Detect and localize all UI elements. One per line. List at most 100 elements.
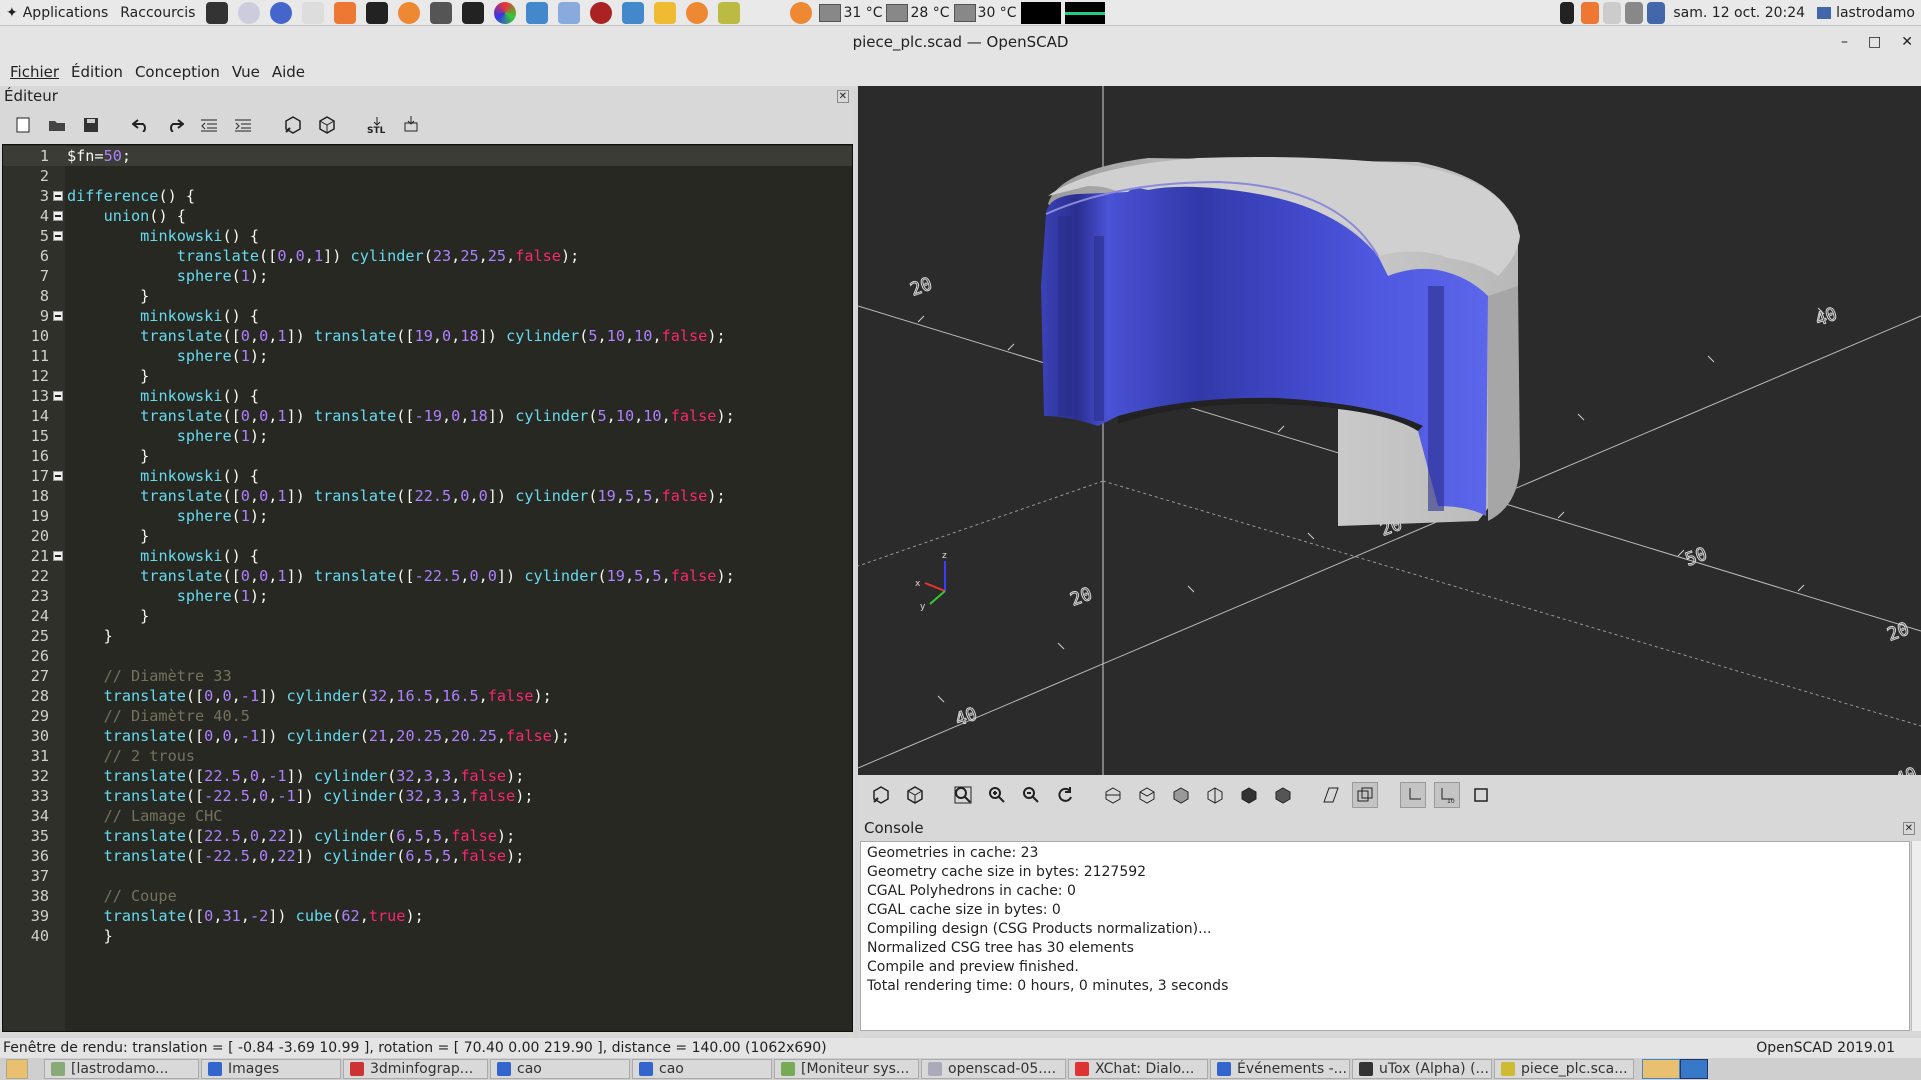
applications-menu[interactable]: ✦ Applications bbox=[0, 0, 114, 26]
code-line[interactable]: 10 translate([0,0,1]) translate([19,0,18… bbox=[3, 326, 852, 346]
view-front-icon[interactable] bbox=[1236, 782, 1262, 808]
redo-icon[interactable] bbox=[162, 112, 188, 138]
fold-toggle-icon[interactable] bbox=[53, 311, 63, 321]
menu-view[interactable]: Vue bbox=[226, 63, 266, 81]
undo-icon[interactable] bbox=[128, 112, 154, 138]
taskbar-item[interactable]: XChat: Dialo... bbox=[1068, 1059, 1208, 1079]
preview-icon[interactable] bbox=[868, 782, 894, 808]
shortcuts-menu[interactable]: Raccourcis bbox=[114, 0, 201, 26]
code-line[interactable]: 4 union() { bbox=[3, 206, 852, 226]
workspace-1[interactable] bbox=[1642, 1059, 1680, 1079]
zoom-all-icon[interactable] bbox=[950, 782, 976, 808]
code-line[interactable]: 36 translate([-22.5,0,22]) cylinder(6,5,… bbox=[3, 846, 852, 866]
chromium-icon[interactable] bbox=[270, 1, 293, 24]
cat-icon[interactable] bbox=[430, 1, 453, 24]
workspace-2[interactable] bbox=[1680, 1059, 1708, 1079]
code-line[interactable]: 20 } bbox=[3, 526, 852, 546]
render-icon[interactable] bbox=[314, 112, 340, 138]
code-line[interactable]: 11 sphere(1); bbox=[3, 346, 852, 366]
color-wheel-icon[interactable] bbox=[494, 1, 517, 24]
taskbar-item[interactable]: cao bbox=[632, 1059, 772, 1079]
render-icon[interactable] bbox=[902, 782, 928, 808]
mascot-icon[interactable] bbox=[590, 1, 613, 24]
unindent-icon[interactable] bbox=[196, 112, 222, 138]
code-line[interactable]: 26 bbox=[3, 646, 852, 666]
clock[interactable]: sam. 12 oct. 20:24 bbox=[1667, 0, 1811, 26]
menu-edit[interactable]: Édition bbox=[65, 63, 129, 81]
view-top-icon[interactable] bbox=[1134, 782, 1160, 808]
fold-toggle-icon[interactable] bbox=[53, 191, 63, 201]
show-scale-icon[interactable]: 10 bbox=[1434, 782, 1460, 808]
code-line[interactable]: 14 translate([0,0,1]) translate([-19,0,1… bbox=[3, 406, 852, 426]
code-line[interactable]: 21 minkowski() { bbox=[3, 546, 852, 566]
show-axes-icon[interactable] bbox=[1400, 782, 1426, 808]
fold-toggle-icon[interactable] bbox=[53, 231, 63, 241]
network-tray-icon[interactable] bbox=[1603, 1, 1622, 24]
code-line[interactable]: 39 translate([0,31,-2]) cube(62,true); bbox=[3, 906, 852, 926]
code-line[interactable]: 17 minkowski() { bbox=[3, 466, 852, 486]
code-line[interactable]: 29 // Diamètre 40.5 bbox=[3, 706, 852, 726]
fold-toggle-icon[interactable] bbox=[53, 391, 63, 401]
taskbar-item[interactable]: openscad-05.... bbox=[921, 1059, 1066, 1079]
terminal-icon[interactable] bbox=[206, 1, 229, 24]
code-line[interactable]: 15 sphere(1); bbox=[3, 426, 852, 446]
taskbar-item[interactable]: uTox (Alpha) (... bbox=[1352, 1059, 1492, 1079]
taskbar-item[interactable]: Images bbox=[201, 1059, 341, 1079]
code-line[interactable]: 1 $fn=50; bbox=[3, 146, 852, 166]
taskbar-item[interactable]: cao bbox=[490, 1059, 630, 1079]
3d-viewport[interactable]: 50202020404020402050 bbox=[858, 86, 1921, 775]
volume-icon[interactable] bbox=[1625, 1, 1644, 24]
tools-tray-icon[interactable] bbox=[1581, 1, 1600, 24]
blender3-icon[interactable] bbox=[790, 1, 813, 24]
code-line[interactable]: 33 translate([-22.5,0,-1]) cylinder(32,3… bbox=[3, 786, 852, 806]
code-line[interactable]: 13 minkowski() { bbox=[3, 386, 852, 406]
code-line[interactable]: 16 } bbox=[3, 446, 852, 466]
display-icon[interactable] bbox=[1647, 1, 1666, 24]
taskbar-item[interactable]: [Moniteur sys... bbox=[774, 1059, 919, 1079]
view-bottom-icon[interactable] bbox=[1168, 782, 1194, 808]
code-line[interactable]: 9 minkowski() { bbox=[3, 306, 852, 326]
minimize-button[interactable]: – bbox=[1841, 34, 1848, 50]
menu-help[interactable]: Aide bbox=[266, 63, 311, 81]
taskbar-item[interactable]: [lastrodamo... bbox=[44, 1059, 199, 1079]
code-line[interactable]: 2 bbox=[3, 166, 852, 186]
home-icon[interactable] bbox=[302, 1, 325, 24]
robot-icon[interactable] bbox=[526, 1, 549, 24]
reset-view-icon[interactable] bbox=[1052, 782, 1078, 808]
menu-design[interactable]: Conception bbox=[129, 63, 226, 81]
fold-toggle-icon[interactable] bbox=[53, 211, 63, 221]
lock-tray-icon[interactable] bbox=[1560, 1, 1575, 24]
code-line[interactable]: 38 // Coupe bbox=[3, 886, 852, 906]
window-titlebar[interactable]: piece_plc.scad — OpenSCAD – □ ✕ bbox=[0, 26, 1921, 58]
indent-icon[interactable] bbox=[230, 112, 256, 138]
open-folder-icon[interactable] bbox=[44, 112, 70, 138]
code-line[interactable]: 34 // Lamage CHC bbox=[3, 806, 852, 826]
code-editor[interactable]: 1 $fn=50; 2 3 difference() {4 union() {5 min… bbox=[2, 144, 853, 1032]
console-scrollbar[interactable] bbox=[1911, 841, 1921, 1031]
close-window-button[interactable]: ✕ bbox=[1901, 34, 1913, 50]
code-line[interactable]: 37 bbox=[3, 866, 852, 886]
fold-toggle-icon[interactable] bbox=[53, 551, 63, 561]
freecad-icon[interactable] bbox=[718, 1, 741, 24]
view-right-icon[interactable] bbox=[1100, 782, 1126, 808]
show-desktop-icon[interactable] bbox=[6, 1059, 28, 1079]
perspective-icon[interactable] bbox=[1318, 782, 1344, 808]
taskbar-item[interactable]: piece_plc.sca... bbox=[1494, 1059, 1634, 1079]
maximize-button[interactable]: □ bbox=[1868, 34, 1881, 50]
code-line[interactable]: 25 } bbox=[3, 626, 852, 646]
editor-close-button[interactable]: ✕ bbox=[836, 89, 849, 103]
user-menu[interactable]: lastrodamo bbox=[1811, 0, 1921, 26]
code-line[interactable]: 28 translate([0,0,-1]) cylinder(32,16.5,… bbox=[3, 686, 852, 706]
tools-icon[interactable] bbox=[334, 1, 357, 24]
code-line[interactable]: 5 minkowski() { bbox=[3, 226, 852, 246]
taskbar-item[interactable]: 3dminfograp... bbox=[343, 1059, 488, 1079]
code-line[interactable]: 8 } bbox=[3, 286, 852, 306]
send-to-printer-icon[interactable] bbox=[398, 112, 424, 138]
code-line[interactable]: 19 sphere(1); bbox=[3, 506, 852, 526]
code-line[interactable]: 7 sphere(1); bbox=[3, 266, 852, 286]
save-icon[interactable] bbox=[78, 112, 104, 138]
orthogonal-icon[interactable] bbox=[1352, 782, 1378, 808]
code-line[interactable]: 22 translate([0,0,1]) translate([-22.5,0… bbox=[3, 566, 852, 586]
show-edges-icon[interactable] bbox=[1468, 782, 1494, 808]
code-line[interactable]: 18 translate([0,0,1]) translate([22.5,0,… bbox=[3, 486, 852, 506]
